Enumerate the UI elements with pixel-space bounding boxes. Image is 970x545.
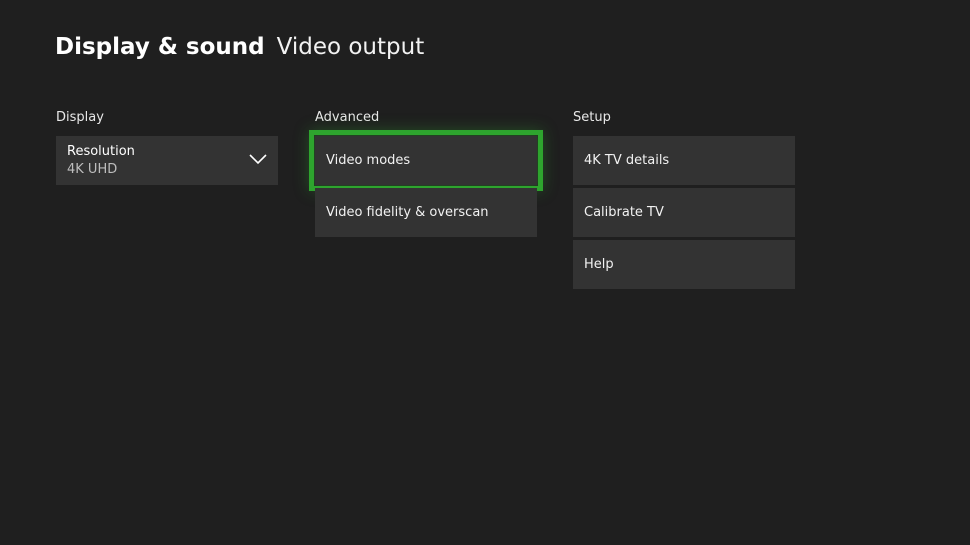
chevron-down-icon [249,154,267,165]
calibrate-tv-button[interactable]: Calibrate TV [573,188,795,237]
video-modes-button[interactable]: Video modes [309,130,543,191]
setup-column: Setup 4K TV details Calibrate TV Help [573,109,795,292]
resolution-label: Resolution [67,143,135,159]
advanced-section-title: Advanced [315,110,380,125]
setup-section-title: Setup [573,110,611,125]
page-subtitle: Video output [276,34,425,60]
resolution-dropdown[interactable]: Resolution 4K UHD [56,136,278,185]
help-button[interactable]: Help [573,240,795,289]
page-title: Display & sound [55,34,265,60]
4k-tv-details-button[interactable]: 4K TV details [573,136,795,185]
page-header: Display & sound Video output [55,34,424,60]
advanced-column: Advanced Video modes Video fidelity & ov… [309,109,543,240]
video-fidelity-overscan-button[interactable]: Video fidelity & overscan [315,188,537,237]
resolution-value: 4K UHD [67,161,118,177]
display-section-title: Display [56,110,104,125]
display-column: Display Resolution 4K UHD [56,109,278,188]
